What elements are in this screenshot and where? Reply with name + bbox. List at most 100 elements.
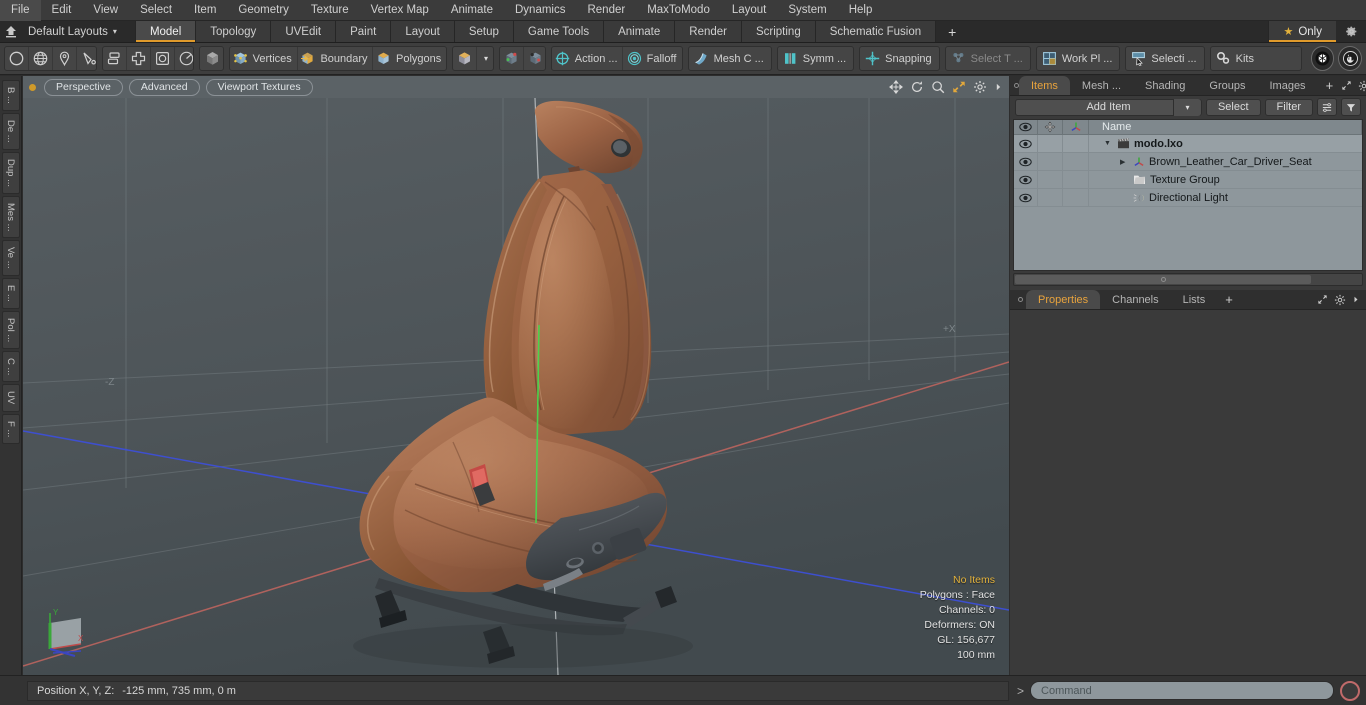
menu-item-file[interactable]: File xyxy=(0,0,41,21)
row-expander-icon[interactable]: ▼ xyxy=(1104,140,1113,147)
layout-tab-animate[interactable]: Animate xyxy=(604,21,676,42)
rotate-icon[interactable] xyxy=(910,80,924,94)
arrow-right-icon[interactable] xyxy=(1352,294,1360,305)
left-tool-tab-5[interactable]: E ... xyxy=(1,277,20,309)
layout-tab-render[interactable]: Render xyxy=(675,21,742,42)
panel-tab-groups[interactable]: Groups xyxy=(1197,76,1257,95)
kits-button[interactable]: Kits xyxy=(1209,46,1302,71)
align-icon[interactable] xyxy=(103,47,127,70)
left-tool-tab-9[interactable]: F ... xyxy=(1,413,20,444)
add-properties-tab-button[interactable]: + xyxy=(1217,290,1241,309)
properties-menu-dot[interactable] xyxy=(1014,290,1026,309)
row-axis-cell[interactable] xyxy=(1063,135,1089,152)
left-tool-tab-8[interactable]: UV xyxy=(1,384,20,412)
add-item-dropdown[interactable]: ▾ xyxy=(1172,98,1201,116)
menu-item-render[interactable]: Render xyxy=(576,0,636,21)
menu-item-layout[interactable]: Layout xyxy=(721,0,778,21)
only-toggle[interactable]: ★ Only xyxy=(1268,21,1336,42)
layout-tab-topology[interactable]: Topology xyxy=(196,21,272,42)
zoom-icon[interactable] xyxy=(931,80,945,94)
menu-item-system[interactable]: System xyxy=(777,0,837,21)
add-layout-tab-button[interactable]: + xyxy=(936,21,968,42)
list-options-icon[interactable] xyxy=(1317,98,1337,116)
select-button[interactable]: Select xyxy=(1205,98,1261,116)
panel-tab-properties[interactable]: Properties xyxy=(1026,290,1101,309)
home-up-icon[interactable] xyxy=(0,21,22,42)
layout-tab-layout[interactable]: Layout xyxy=(391,21,455,42)
viewport-textures-button[interactable]: Viewport Textures xyxy=(205,78,313,96)
item-tree-list[interactable]: Name ▼ modo.lxo ▶ Brown_Leather_Car_Driver_… xyxy=(1013,119,1363,271)
pen-icon[interactable] xyxy=(53,47,77,70)
menu-item-edit[interactable]: Edit xyxy=(41,0,83,21)
item-tree-row[interactable]: ▼ modo.lxo xyxy=(1014,135,1362,153)
mesh-constraint-button[interactable]: Mesh C ... xyxy=(687,46,772,71)
unity-icon[interactable] xyxy=(1310,46,1335,71)
layout-tab-setup[interactable]: Setup xyxy=(454,21,514,42)
row-axis-cell[interactable] xyxy=(1063,189,1089,206)
row-visibility-eye-icon[interactable] xyxy=(1014,171,1038,188)
selection-set-button[interactable]: Selecti ... xyxy=(1125,46,1205,71)
action-center-button[interactable]: Action ... xyxy=(552,47,624,70)
gear-icon[interactable] xyxy=(1358,80,1366,92)
row-lock-cell[interactable] xyxy=(1038,153,1063,170)
pan-icon[interactable] xyxy=(889,80,903,94)
crosshair-box-icon[interactable] xyxy=(127,47,151,70)
layout-selector[interactable]: Default Layouts ▾ xyxy=(22,21,127,42)
gear-icon[interactable] xyxy=(1334,294,1346,306)
symmetry-button[interactable]: Symm ... xyxy=(776,46,855,71)
layout-tab-schematic-fusion[interactable]: Schematic Fusion xyxy=(815,21,937,42)
row-visibility-eye-icon[interactable] xyxy=(1014,153,1038,170)
row-lock-cell[interactable] xyxy=(1038,135,1063,152)
panel-tab-mesh[interactable]: Mesh ... xyxy=(1070,76,1133,95)
expand-icon[interactable] xyxy=(1317,294,1328,305)
scrollbar-thumb[interactable] xyxy=(1015,275,1311,284)
menu-item-dynamics[interactable]: Dynamics xyxy=(504,0,576,21)
row-axis-cell[interactable] xyxy=(1063,171,1089,188)
row-visibility-eye-icon[interactable] xyxy=(1014,189,1038,206)
left-tool-tab-3[interactable]: Mes ... xyxy=(1,195,20,239)
menu-item-geometry[interactable]: Geometry xyxy=(227,0,300,21)
panel-tab-images[interactable]: Images xyxy=(1257,76,1317,95)
layout-tab-uvedit[interactable]: UVEdit xyxy=(271,21,337,42)
falloff-button[interactable]: Falloff xyxy=(623,47,681,70)
panel-tab-channels[interactable]: Channels xyxy=(1100,290,1170,309)
fit-icon[interactable] xyxy=(952,80,966,94)
select-through-button[interactable]: Select T ... xyxy=(944,46,1031,71)
viewport-advanced-button[interactable]: Advanced xyxy=(128,78,200,96)
row-lock-cell[interactable] xyxy=(1038,171,1063,188)
snap-cube-b-icon[interactable] xyxy=(524,47,545,70)
item-tree-hscrollbar[interactable] xyxy=(1013,273,1363,286)
gold-cube-icon[interactable] xyxy=(453,47,478,70)
left-tool-tab-6[interactable]: Pol ... xyxy=(1,310,20,349)
panel-tab-lists[interactable]: Lists xyxy=(1171,290,1218,309)
menu-item-item[interactable]: Item xyxy=(183,0,227,21)
curve-icon[interactable] xyxy=(77,47,96,70)
layout-tab-scripting[interactable]: Scripting xyxy=(741,21,816,42)
menu-item-help[interactable]: Help xyxy=(838,0,884,21)
viewport-perspective-button[interactable]: Perspective xyxy=(44,78,123,96)
layout-tab-paint[interactable]: Paint xyxy=(336,21,392,42)
row-visibility-eye-icon[interactable] xyxy=(1014,135,1038,152)
panel-tab-shading[interactable]: Shading xyxy=(1133,76,1197,95)
selection-mode-vertices[interactable]: Vertices xyxy=(230,47,298,70)
left-tool-tab-1[interactable]: De ... xyxy=(1,112,20,150)
globe-icon[interactable] xyxy=(29,47,53,70)
viewport-3d[interactable]: -Z +X Perspective Advanced Viewport Text… xyxy=(23,76,1009,675)
mesh-cube-dropdown[interactable]: ▾ xyxy=(477,47,493,70)
selection-mode-polygons[interactable]: Polygons xyxy=(373,47,446,70)
left-tool-tab-0[interactable]: B ... xyxy=(1,80,20,111)
item-tree-row[interactable]: Texture Group xyxy=(1014,171,1362,189)
add-item-button[interactable]: Add Item ▾ xyxy=(1015,98,1202,116)
left-tool-tab-4[interactable]: Ve ... xyxy=(1,240,20,276)
item-tree-row[interactable]: Directional Light xyxy=(1014,189,1362,207)
expand-icon[interactable] xyxy=(1341,80,1352,91)
command-input[interactable]: Command xyxy=(1030,681,1334,700)
item-tree-row[interactable]: ▶ Brown_Leather_Car_Driver_Seat xyxy=(1014,153,1362,171)
snap-cube-a-icon[interactable] xyxy=(500,47,524,70)
add-panel-tab-button[interactable]: + xyxy=(1318,76,1342,95)
left-tool-tab-7[interactable]: C ... xyxy=(1,350,20,383)
left-tool-tab-2[interactable]: Dup ... xyxy=(1,151,20,194)
menu-item-vertex-map[interactable]: Vertex Map xyxy=(360,0,440,21)
row-axis-cell[interactable] xyxy=(1063,153,1089,170)
grey-cube-icon[interactable] xyxy=(200,47,223,70)
